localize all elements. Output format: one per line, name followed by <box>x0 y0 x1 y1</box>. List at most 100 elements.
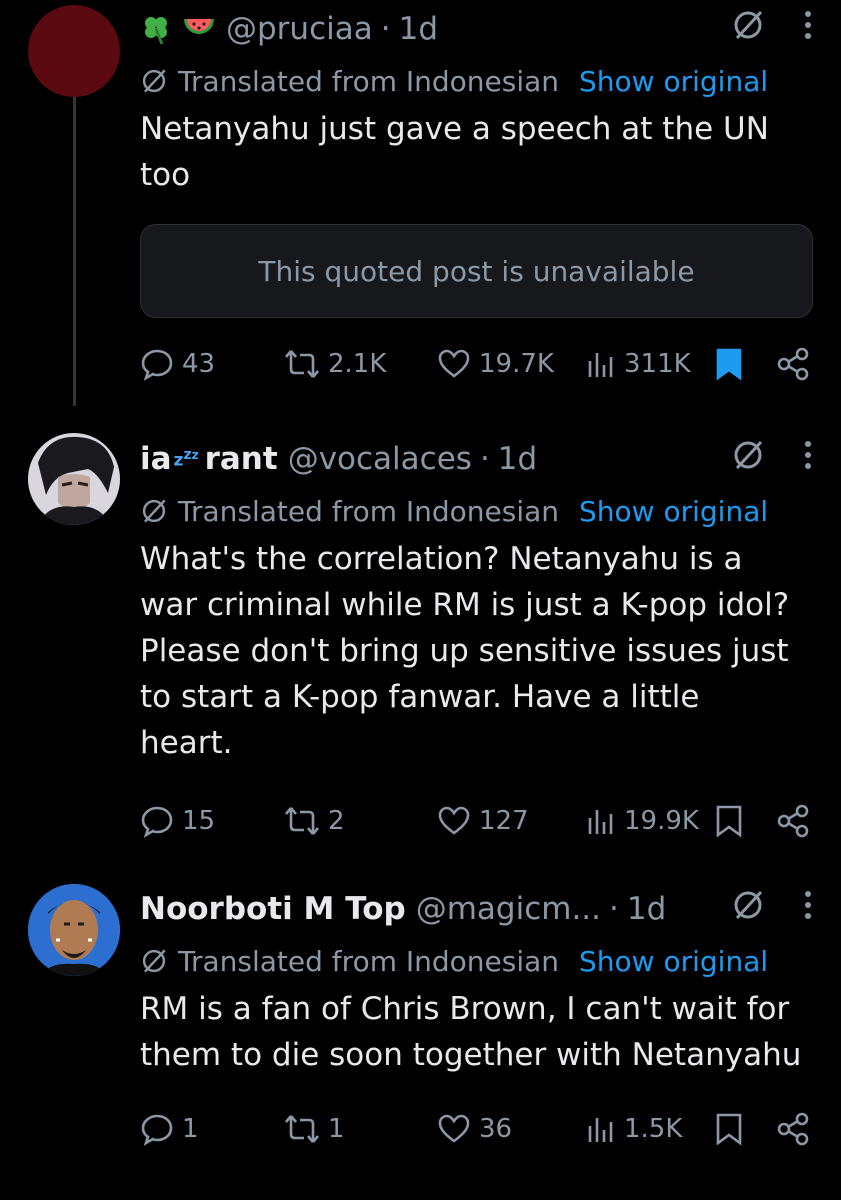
bookmark-icon <box>714 804 744 838</box>
like-button[interactable]: 19.7K <box>437 339 554 389</box>
translated-label: Translated from Indonesian <box>178 64 560 98</box>
grok-icon <box>140 947 168 975</box>
more-icon[interactable] <box>803 8 813 50</box>
post-header: @pruciaa · 1d <box>140 4 813 54</box>
post-header: Noorboti M Top @magicm... · 1d <box>140 884 813 934</box>
bookmark-button[interactable] <box>714 1104 744 1154</box>
repost-button[interactable]: 2.1K <box>284 339 386 389</box>
bookmark-button[interactable] <box>714 796 744 846</box>
views-icon <box>586 804 616 838</box>
translation-row: Translated from Indonesian Show original <box>140 488 813 534</box>
views-button[interactable]: 1.5K <box>586 1104 682 1154</box>
post-2[interactable]: ia zzz rant @vocalaces · 1d Translated f… <box>0 430 841 850</box>
action-bar: 1 1 36 1.5K <box>140 1104 813 1154</box>
like-count: 19.7K <box>479 349 554 379</box>
reply-count: 43 <box>182 349 216 379</box>
avatar[interactable] <box>28 5 120 97</box>
repost-icon <box>284 804 320 838</box>
zzz-icon: zzz <box>173 447 199 471</box>
separator: · <box>609 891 619 927</box>
reply-icon <box>140 1112 174 1146</box>
avatar[interactable] <box>28 433 120 525</box>
share-icon <box>776 347 810 381</box>
timestamp[interactable]: 1d <box>399 11 438 47</box>
post-text: Netanyahu just gave a speech at the UN t… <box>140 111 769 193</box>
share-icon <box>776 1112 810 1146</box>
repost-button[interactable]: 2 <box>284 796 345 846</box>
post-text: RM is a fan of Chris Brown, I can't wait… <box>140 991 802 1073</box>
display-name[interactable]: Noorboti M Top <box>140 891 406 927</box>
separator: · <box>479 441 490 477</box>
like-count: 36 <box>479 1114 513 1144</box>
views-count: 311K <box>624 349 691 379</box>
display-name[interactable]: ia zzz rant <box>140 441 278 477</box>
repost-count: 1 <box>328 1114 345 1144</box>
quoted-post-unavailable: This quoted post is unavailable <box>140 224 813 318</box>
more-icon[interactable] <box>803 888 813 930</box>
repost-button[interactable]: 1 <box>284 1104 345 1154</box>
grok-icon[interactable] <box>731 888 765 930</box>
like-count: 127 <box>479 806 529 836</box>
like-button[interactable]: 127 <box>437 796 529 846</box>
translated-label: Translated from Indonesian <box>178 944 560 978</box>
post-text: What's the correlation? Netanyahu is a w… <box>140 541 790 761</box>
show-original-link[interactable]: Show original <box>579 65 768 98</box>
avatar-image <box>28 433 120 525</box>
more-icon[interactable] <box>803 438 813 480</box>
thread-line <box>73 96 76 406</box>
bookmark-button[interactable] <box>714 339 744 389</box>
reply-button[interactable]: 43 <box>140 339 215 389</box>
views-count: 1.5K <box>624 1114 683 1144</box>
reply-icon <box>140 347 174 381</box>
heart-icon <box>437 804 471 838</box>
views-button[interactable]: 19.9K <box>586 796 699 846</box>
repost-count: 2.1K <box>328 349 387 379</box>
grok-icon[interactable] <box>731 8 765 50</box>
share-button[interactable] <box>776 1104 810 1154</box>
reply-button[interactable]: 15 <box>140 796 215 846</box>
reply-count: 15 <box>182 806 216 836</box>
timestamp[interactable]: 1d <box>498 441 537 477</box>
handle[interactable]: @vocalaces <box>288 441 472 477</box>
post-3[interactable]: Noorboti M Top @magicm... · 1d Translate… <box>0 884 841 1200</box>
translation-row: Translated from Indonesian Show original <box>140 58 813 104</box>
share-icon <box>776 804 810 838</box>
watermelon-icon <box>182 13 216 45</box>
show-original-link[interactable]: Show original <box>579 945 768 978</box>
timestamp[interactable]: 1d <box>627 891 666 927</box>
heart-icon <box>437 1112 471 1146</box>
handle[interactable]: @magicm... <box>416 891 601 927</box>
reply-icon <box>140 804 174 838</box>
display-name-suffix: rant <box>204 441 278 477</box>
share-button[interactable] <box>776 339 810 389</box>
bookmark-filled-icon <box>714 347 744 381</box>
grok-icon <box>140 67 168 95</box>
reply-count: 1 <box>182 1114 199 1144</box>
views-button[interactable]: 311K <box>586 339 691 389</box>
grok-icon[interactable] <box>731 438 765 480</box>
repost-icon <box>284 347 320 381</box>
handle[interactable]: @pruciaa <box>226 11 373 47</box>
views-icon <box>586 347 616 381</box>
post-header: ia zzz rant @vocalaces · 1d <box>140 434 813 484</box>
clover-icon <box>140 13 172 45</box>
translation-row: Translated from Indonesian Show original <box>140 938 813 984</box>
grok-icon <box>140 497 168 525</box>
share-button[interactable] <box>776 796 810 846</box>
bookmark-icon <box>714 1112 744 1146</box>
heart-icon <box>437 347 471 381</box>
avatar-image <box>28 884 120 976</box>
views-count: 19.9K <box>624 806 699 836</box>
reply-button[interactable]: 1 <box>140 1104 199 1154</box>
repost-icon <box>284 1112 320 1146</box>
repost-count: 2 <box>328 806 345 836</box>
translated-label: Translated from Indonesian <box>178 494 560 528</box>
separator: · <box>380 11 391 47</box>
show-original-link[interactable]: Show original <box>579 495 768 528</box>
avatar[interactable] <box>28 884 120 976</box>
display-name-text: ia <box>140 441 172 477</box>
post-1[interactable]: @pruciaa · 1d Translated from Indonesian… <box>0 0 841 406</box>
action-bar: 15 2 127 19.9K <box>140 796 813 846</box>
views-icon <box>586 1112 616 1146</box>
like-button[interactable]: 36 <box>437 1104 512 1154</box>
